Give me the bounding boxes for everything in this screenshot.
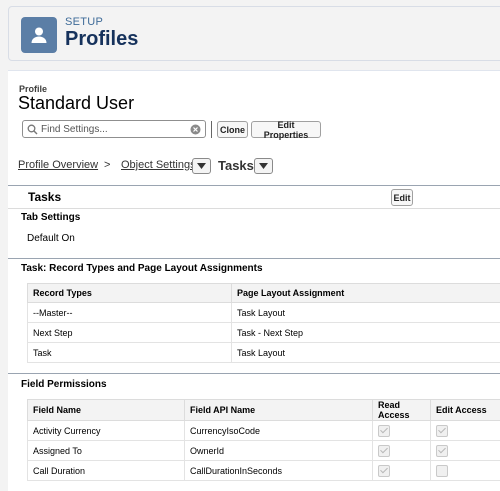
search-input[interactable] [41, 122, 181, 136]
page-title: Profiles [65, 28, 138, 51]
chevron-down-icon [197, 163, 206, 169]
chevron-down-icon [259, 163, 268, 169]
setup-label: SETUP [65, 16, 103, 28]
record-types-title: Task: Record Types and Page Layout Assig… [21, 263, 263, 274]
table-row: Next StepTask - Next Step [28, 323, 500, 343]
profile-name: Standard User [18, 93, 134, 114]
layout-cell: Task Layout [232, 303, 500, 323]
table-row: TaskTask Layout [28, 343, 500, 363]
toolbar-divider [211, 121, 212, 138]
breadcrumb-profile-overview[interactable]: Profile Overview [18, 159, 98, 171]
tab-settings-title: Tab Settings [21, 212, 80, 223]
field-api-cell: CallDurationInSeconds [185, 461, 373, 481]
edit-access-cell [431, 441, 500, 461]
edit-access-checkbox[interactable] [436, 445, 448, 457]
breadcrumb-object-settings[interactable]: Object Settings [121, 159, 196, 171]
section-divider [8, 208, 500, 209]
field-api-cell: CurrencyIsoCode [185, 421, 373, 441]
column-header: Field Name [28, 400, 185, 421]
table-header-row: Field Name Field API Name Read Access Ed… [28, 400, 500, 421]
read-access-checkbox[interactable] [378, 425, 390, 437]
field-permissions-table: Field Name Field API Name Read Access Ed… [27, 399, 500, 481]
read-access-checkbox[interactable] [378, 465, 390, 477]
section-divider [8, 258, 500, 259]
read-access-cell [373, 421, 431, 441]
layout-cell: Task - Next Step [232, 323, 500, 343]
column-header: Page Layout Assignment [232, 284, 500, 303]
read-access-checkbox[interactable] [378, 445, 390, 457]
table-row: Assigned ToOwnerId [28, 441, 500, 461]
breadcrumb-current: Tasks [218, 158, 254, 173]
user-icon [21, 17, 57, 53]
page-header: SETUP Profiles [8, 6, 500, 61]
breadcrumb-separator: > [104, 159, 110, 171]
layout-cell: Task Layout [232, 343, 500, 363]
record-type-cell: Task [28, 343, 232, 363]
table-header-row: Record Types Page Layout Assignment [28, 284, 500, 303]
column-header: Edit Access [431, 400, 500, 421]
edit-access-checkbox[interactable] [436, 465, 448, 477]
edit-properties-button[interactable]: Edit Properties [251, 121, 321, 138]
tasks-dropdown[interactable] [254, 158, 273, 174]
table-row: --Master--Task Layout [28, 303, 500, 323]
record-types-table: Record Types Page Layout Assignment --Ma… [27, 283, 500, 363]
tasks-section-title: Tasks [28, 190, 61, 204]
object-settings-dropdown[interactable] [192, 158, 211, 174]
section-divider [8, 185, 500, 186]
table-row: Activity CurrencyCurrencyIsoCode [28, 421, 500, 441]
read-access-cell [373, 441, 431, 461]
field-name-cell: Assigned To [28, 441, 185, 461]
column-header: Read Access [373, 400, 431, 421]
field-name-cell: Activity Currency [28, 421, 185, 441]
field-api-cell: OwnerId [185, 441, 373, 461]
edit-access-cell [431, 421, 500, 441]
edit-access-cell [431, 461, 500, 481]
profile-detail-panel: Profile Standard User Clone Edit Propert… [8, 70, 500, 491]
record-type-cell: --Master-- [28, 303, 232, 323]
column-header: Field API Name [185, 400, 373, 421]
section-divider [8, 373, 500, 374]
field-permissions-title: Field Permissions [21, 379, 107, 390]
clone-button[interactable]: Clone [217, 121, 248, 138]
clear-search-icon[interactable] [190, 124, 201, 135]
read-access-cell [373, 461, 431, 481]
field-name-cell: Call Duration [28, 461, 185, 481]
edit-button[interactable]: Edit [391, 189, 413, 206]
table-row: Call DurationCallDurationInSeconds [28, 461, 500, 481]
tab-settings-value: Default On [27, 233, 75, 244]
search-icon [27, 124, 38, 135]
find-settings-search[interactable] [22, 120, 206, 138]
edit-access-checkbox[interactable] [436, 425, 448, 437]
column-header: Record Types [28, 284, 232, 303]
record-type-cell: Next Step [28, 323, 232, 343]
